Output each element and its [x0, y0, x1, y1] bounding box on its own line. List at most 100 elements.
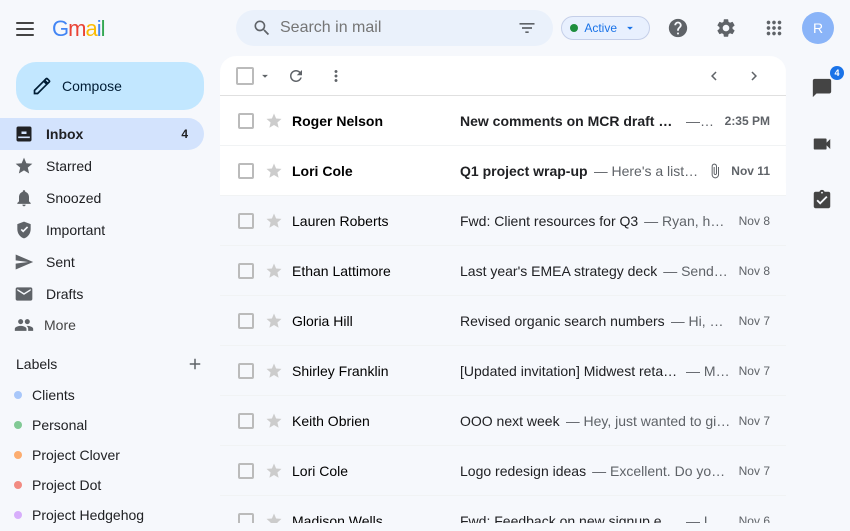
email-subject: OOO next week: [460, 413, 560, 429]
email-subject: [Updated invitation] Midwest retail sale…: [460, 363, 680, 379]
email-subject-preview: Revised organic search numbers — Hi, all…: [460, 313, 731, 329]
email-checkbox[interactable]: [236, 261, 256, 281]
more-options-button[interactable]: [320, 60, 352, 92]
email-subject: Fwd: Feedback on new signup experience: [460, 513, 680, 524]
email-subject-preview: New comments on MCR draft presentation —…: [460, 113, 717, 129]
add-label-icon: [186, 355, 204, 373]
email-star[interactable]: [264, 311, 284, 331]
email-sender: Keith Obrien: [292, 413, 452, 429]
email-subject-preview: Fwd: Feedback on new signup experience —…: [460, 513, 731, 524]
label-dot-project-hedgehog: [14, 511, 22, 519]
select-dropdown-icon[interactable]: [258, 69, 272, 83]
email-checkbox[interactable]: [236, 511, 256, 524]
email-row[interactable]: Gloria Hill Revised organic search numbe…: [220, 296, 786, 346]
email-date: 2:35 PM: [725, 114, 770, 128]
email-row[interactable]: Lori Cole Q1 project wrap-up — Here's a …: [220, 146, 786, 196]
email-checkbox[interactable]: [236, 361, 256, 381]
support-button[interactable]: [658, 8, 698, 48]
label-item-project-dot[interactable]: Project Dot: [0, 470, 204, 500]
important-icon: [14, 220, 34, 240]
next-page-button[interactable]: [738, 60, 770, 92]
email-date: Nov 7: [739, 464, 770, 478]
tasks-tab-button[interactable]: [798, 176, 846, 224]
compose-button[interactable]: Compose: [16, 62, 204, 110]
active-dot: [570, 24, 578, 32]
search-options-icon[interactable]: [517, 18, 537, 38]
email-star[interactable]: [264, 411, 284, 431]
email-star[interactable]: [264, 211, 284, 231]
settings-button[interactable]: [706, 8, 746, 48]
email-star[interactable]: [264, 361, 284, 381]
active-status-badge[interactable]: Active: [561, 16, 650, 40]
label-item-clients[interactable]: Clients: [0, 380, 204, 410]
nav-more-button[interactable]: More: [0, 310, 204, 340]
label-item-project-hedgehog[interactable]: Project Hedgehog: [0, 500, 204, 530]
email-preview: — Hi, all—the table below contains the r…: [671, 313, 731, 329]
chat-tab-button[interactable]: [798, 64, 846, 112]
email-subject-preview: OOO next week — Hey, just wanted to give…: [460, 413, 731, 429]
email-star[interactable]: [264, 461, 284, 481]
email-sender: Lori Cole: [292, 163, 452, 179]
email-preview: — Hey, just wanted to give you a heads u…: [566, 413, 731, 429]
email-row[interactable]: Ethan Lattimore Last year's EMEA strateg…: [220, 246, 786, 296]
labels-section: Labels Clients Personal Project Clover P…: [0, 348, 220, 531]
meet-tab-button[interactable]: [798, 120, 846, 168]
email-subject: Logo redesign ideas: [460, 463, 586, 479]
search-input[interactable]: [280, 19, 509, 37]
email-checkbox[interactable]: [236, 311, 256, 331]
email-meta: Nov 7: [739, 314, 770, 328]
email-checkbox[interactable]: [236, 461, 256, 481]
sidebar-item-drafts[interactable]: Drafts: [0, 278, 204, 310]
email-sender: Lori Cole: [292, 463, 452, 479]
email-sender: Lauren Roberts: [292, 213, 452, 229]
email-star[interactable]: [264, 261, 284, 281]
email-checkbox[interactable]: [236, 111, 256, 131]
right-tab-panel: [794, 56, 850, 531]
active-chevron-icon: [623, 21, 637, 35]
label-item-personal[interactable]: Personal: [0, 410, 204, 440]
snooze-icon: [14, 188, 34, 208]
email-date: Nov 7: [739, 314, 770, 328]
label-item-project-clover[interactable]: Project Clover: [0, 440, 204, 470]
email-date: Nov 7: [739, 414, 770, 428]
email-meta: Nov 8: [739, 214, 770, 228]
email-meta: Nov 7: [739, 414, 770, 428]
email-sender: Shirley Franklin: [292, 363, 452, 379]
email-checkbox[interactable]: [236, 161, 256, 181]
apps-button[interactable]: [754, 8, 794, 48]
email-preview: — Here's a list of all the top challenge…: [594, 163, 700, 179]
email-star[interactable]: [264, 111, 284, 131]
menu-icon[interactable]: [16, 17, 40, 41]
email-star[interactable]: [264, 161, 284, 181]
search-bar: [236, 10, 553, 46]
email-checkbox[interactable]: [236, 411, 256, 431]
email-date: Nov 8: [739, 214, 770, 228]
email-row[interactable]: Lauren Roberts Fwd: Client resources for…: [220, 196, 786, 246]
select-checkbox-group: [236, 67, 272, 85]
email-subject: Fwd: Client resources for Q3: [460, 213, 638, 229]
sidebar-item-sent[interactable]: Sent: [0, 246, 204, 278]
email-row[interactable]: Shirley Franklin [Updated invitation] Mi…: [220, 346, 786, 396]
email-sender: Madison Wells: [292, 513, 452, 524]
content-area: Roger Nelson New comments on MCR draft p…: [220, 56, 850, 531]
email-star[interactable]: [264, 511, 284, 524]
refresh-button[interactable]: [280, 60, 312, 92]
email-row[interactable]: Roger Nelson New comments on MCR draft p…: [220, 96, 786, 146]
labels-header[interactable]: Labels: [0, 348, 220, 380]
email-row[interactable]: Lori Cole Logo redesign ideas — Excellen…: [220, 446, 786, 496]
sidebar-item-inbox[interactable]: Inbox 4: [0, 118, 204, 150]
email-subject-preview: Logo redesign ideas — Excellent. Do you …: [460, 463, 731, 479]
prev-page-button[interactable]: [698, 60, 730, 92]
email-subject-preview: Q1 project wrap-up — Here's a list of al…: [460, 163, 699, 179]
user-avatar[interactable]: R: [802, 12, 834, 44]
sidebar-item-snoozed[interactable]: Snoozed: [0, 182, 204, 214]
email-checkbox[interactable]: [236, 211, 256, 231]
sidebar: Gmail Compose Inbox 4 Starred Snoozed: [0, 0, 220, 531]
select-all-checkbox[interactable]: [236, 67, 254, 85]
sidebar-item-important[interactable]: Important: [0, 214, 204, 246]
email-preview: — Excellent. Do you have time to meet wi…: [592, 463, 731, 479]
email-row[interactable]: Madison Wells Fwd: Feedback on new signu…: [220, 496, 786, 523]
email-row[interactable]: Keith Obrien OOO next week — Hey, just w…: [220, 396, 786, 446]
sidebar-item-starred[interactable]: Starred: [0, 150, 204, 182]
email-preview: — Sending this out to anyone who missed.…: [663, 263, 730, 279]
